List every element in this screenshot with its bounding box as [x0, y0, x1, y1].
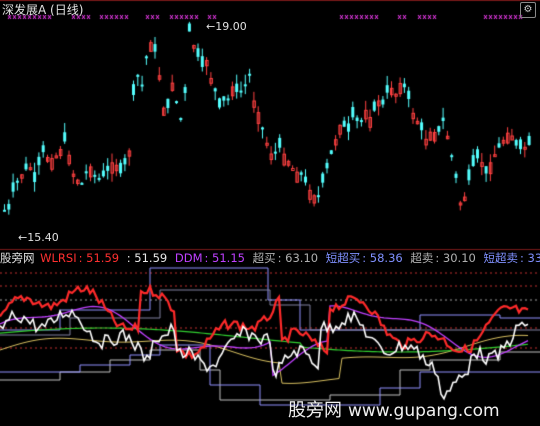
- watermark: 股旁网 www.gupang.com: [288, 400, 500, 421]
- low-price-label: ←15.40: [18, 231, 59, 244]
- chart-title: 深发展A (日线): [2, 3, 84, 17]
- arrow-left-icon: ←: [18, 231, 28, 244]
- legend-oversold: 超卖: 30.10: [410, 251, 476, 265]
- legend-short-overbought: 短超买: 58.36: [325, 251, 403, 265]
- indicator-name: 股旁网: [0, 251, 35, 265]
- legend-short-oversold: 短超卖: 33.4: [483, 251, 540, 265]
- legend-white: : 51.59: [126, 251, 168, 265]
- indicator-legend: 股旁网 WLRSI: 51.59 : 51.59 DDM: 51.15 超买: …: [0, 250, 540, 266]
- legend-wlrsi: WLRSI: 51.59: [40, 251, 120, 265]
- legend-ddm: DDM: 51.15: [174, 251, 245, 265]
- high-price-label: ←19.00: [206, 20, 247, 33]
- gear-icon[interactable]: ⚙: [520, 2, 536, 18]
- arrow-left-icon: ←: [206, 20, 216, 33]
- legend-overbought: 超买: 63.10: [252, 251, 319, 265]
- stock-chart-canvas: [0, 0, 540, 426]
